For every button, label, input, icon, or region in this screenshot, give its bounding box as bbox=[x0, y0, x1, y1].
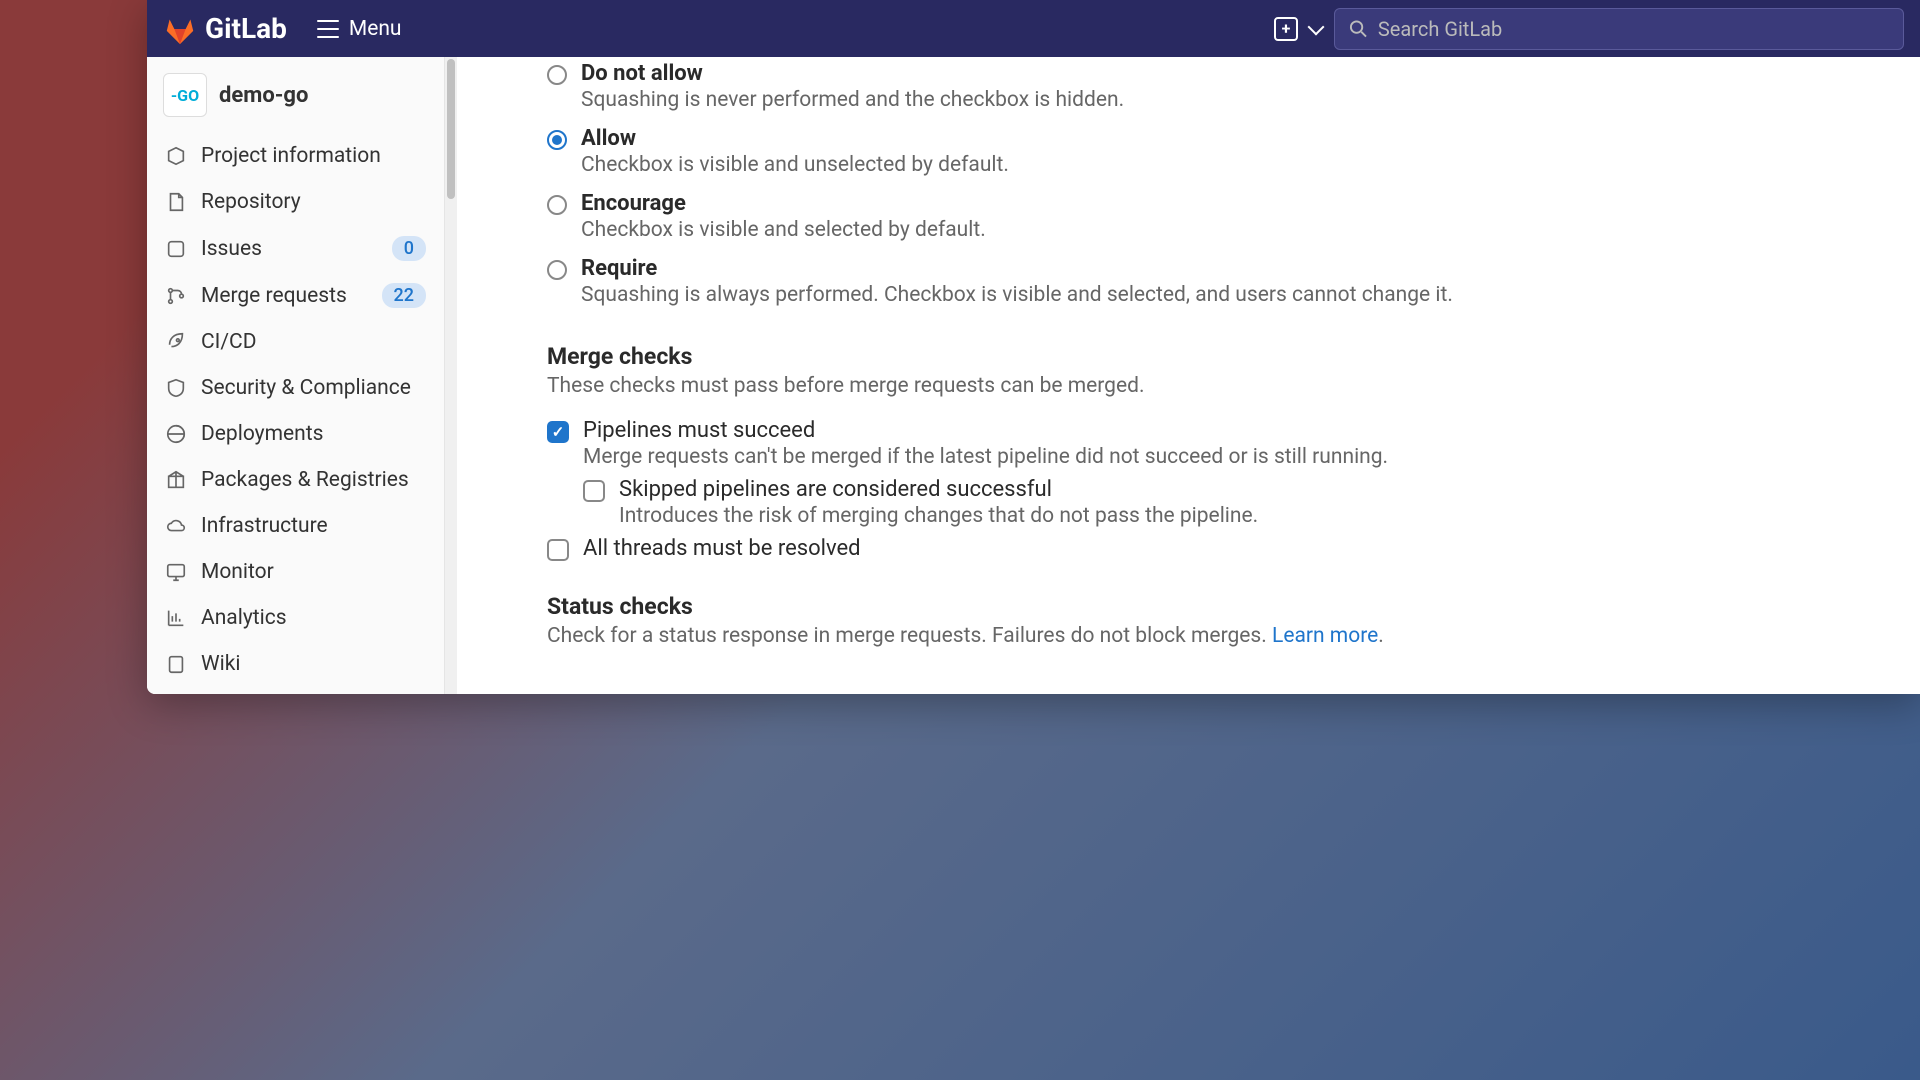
search-input[interactable] bbox=[1378, 17, 1889, 41]
radio-do-not-allow[interactable]: Do not allow Squashing is never performe… bbox=[547, 57, 1880, 116]
gitlab-window: GitLab Menu + -GO demo-go Project info bbox=[147, 0, 1920, 694]
sidebar-item-label: Monitor bbox=[201, 560, 274, 584]
book-icon bbox=[165, 653, 187, 675]
plus-icon: + bbox=[1282, 19, 1291, 38]
badge-issues: 0 bbox=[392, 236, 426, 261]
issues-icon bbox=[165, 238, 187, 260]
merge-checks-desc: These checks must pass before merge requ… bbox=[547, 374, 1880, 398]
badge-merge-requests: 22 bbox=[382, 283, 426, 308]
sidebar-item-deployments[interactable]: Deployments bbox=[147, 411, 444, 457]
radio-require[interactable]: Require Squashing is always performed. C… bbox=[547, 252, 1880, 311]
sidebar-item-label: Wiki bbox=[201, 652, 241, 676]
hamburger-icon bbox=[317, 20, 339, 38]
sidebar-nav: Project information Repository Issues 0 … bbox=[147, 127, 444, 693]
scrollbar-thumb[interactable] bbox=[447, 59, 455, 199]
check-pipelines-succeed[interactable]: Pipelines must succeed Merge requests ca… bbox=[547, 416, 1880, 471]
search-box[interactable] bbox=[1334, 8, 1904, 50]
check-title: Pipelines must succeed bbox=[583, 418, 1880, 443]
sidebar-item-label: Infrastructure bbox=[201, 514, 328, 538]
menu-label: Menu bbox=[349, 17, 402, 41]
check-desc: Merge requests can't be merged if the la… bbox=[583, 445, 1880, 469]
file-icon bbox=[165, 191, 187, 213]
gitlab-tanuki-icon bbox=[163, 12, 197, 46]
sidebar-item-label: Security & Compliance bbox=[201, 376, 411, 400]
main-content: Do not allow Squashing is never performe… bbox=[457, 57, 1920, 694]
sidebar-item-analytics[interactable]: Analytics bbox=[147, 595, 444, 641]
rocket-icon bbox=[165, 331, 187, 353]
checkbox-input[interactable] bbox=[583, 480, 605, 502]
cloud-icon bbox=[165, 515, 187, 537]
squash-radio-group: Do not allow Squashing is never performe… bbox=[547, 57, 1880, 311]
merge-icon bbox=[165, 285, 187, 307]
radio-title: Allow bbox=[581, 126, 1880, 151]
sidebar-item-label: Issues bbox=[201, 237, 262, 261]
sidebar-item-infrastructure[interactable]: Infrastructure bbox=[147, 503, 444, 549]
deploy-icon bbox=[165, 423, 187, 445]
radio-encourage[interactable]: Encourage Checkbox is visible and select… bbox=[547, 187, 1880, 246]
package-icon bbox=[165, 469, 187, 491]
search-icon bbox=[1349, 19, 1368, 39]
sidebar-scrollbar[interactable] bbox=[445, 57, 457, 694]
gitlab-logo[interactable]: GitLab bbox=[163, 12, 287, 46]
sidebar-item-label: Deployments bbox=[201, 422, 323, 446]
sidebar-item-packages[interactable]: Packages & Registries bbox=[147, 457, 444, 503]
sidebar-item-wiki[interactable]: Wiki bbox=[147, 641, 444, 687]
radio-allow[interactable]: Allow Checkbox is visible and unselected… bbox=[547, 122, 1880, 181]
sidebar-item-label: Merge requests bbox=[201, 284, 347, 308]
radio-desc: Checkbox is visible and selected by defa… bbox=[581, 218, 1880, 242]
radio-input[interactable] bbox=[547, 130, 567, 150]
radio-input[interactable] bbox=[547, 65, 567, 85]
merge-checks-title: Merge checks bbox=[547, 343, 1880, 370]
sidebar-item-label: Packages & Registries bbox=[201, 468, 409, 492]
radio-title: Require bbox=[581, 256, 1880, 281]
sidebar-item-security[interactable]: Security & Compliance bbox=[147, 365, 444, 411]
checkbox-input[interactable] bbox=[547, 539, 569, 561]
status-checks-title: Status checks bbox=[547, 593, 1880, 620]
check-skipped-pipelines[interactable]: Skipped pipelines are considered success… bbox=[583, 475, 1880, 530]
new-button[interactable]: + bbox=[1274, 17, 1298, 41]
sidebar-item-label: Repository bbox=[201, 190, 301, 214]
monitor-icon bbox=[165, 561, 187, 583]
checkbox-input[interactable] bbox=[547, 421, 569, 443]
radio-input[interactable] bbox=[547, 195, 567, 215]
body: -GO demo-go Project information Reposito… bbox=[147, 57, 1920, 694]
radio-title: Encourage bbox=[581, 191, 1880, 216]
radio-input[interactable] bbox=[547, 260, 567, 280]
sidebar-item-merge-requests[interactable]: Merge requests 22 bbox=[147, 272, 444, 319]
radio-title: Do not allow bbox=[581, 61, 1880, 86]
sidebar-item-issues[interactable]: Issues 0 bbox=[147, 225, 444, 272]
status-checks-desc-text: Check for a status response in merge req… bbox=[547, 624, 1272, 648]
project-avatar: -GO bbox=[163, 73, 207, 117]
header-right: + bbox=[1274, 8, 1904, 50]
check-title: Skipped pipelines are considered success… bbox=[619, 477, 1880, 502]
check-threads-resolved[interactable]: All threads must be resolved bbox=[547, 534, 1880, 563]
radio-desc: Squashing is always performed. Checkbox … bbox=[581, 283, 1880, 307]
project-name: demo-go bbox=[219, 83, 308, 108]
sidebar-item-project-information[interactable]: Project information bbox=[147, 133, 444, 179]
chart-icon bbox=[165, 607, 187, 629]
menu-button[interactable]: Menu bbox=[317, 17, 402, 41]
sidebar-item-cicd[interactable]: CI/CD bbox=[147, 319, 444, 365]
check-title: All threads must be resolved bbox=[583, 536, 1880, 561]
project-header[interactable]: -GO demo-go bbox=[147, 57, 444, 127]
sidebar: -GO demo-go Project information Reposito… bbox=[147, 57, 445, 694]
sidebar-item-monitor[interactable]: Monitor bbox=[147, 549, 444, 595]
sidebar-item-repository[interactable]: Repository bbox=[147, 179, 444, 225]
status-checks-desc: Check for a status response in merge req… bbox=[547, 624, 1880, 648]
brand-text: GitLab bbox=[205, 12, 287, 45]
sidebar-item-label: Analytics bbox=[201, 606, 287, 630]
sidebar-item-label: CI/CD bbox=[201, 330, 257, 354]
shield-icon bbox=[165, 377, 187, 399]
learn-more-link[interactable]: Learn more bbox=[1272, 624, 1378, 648]
radio-desc: Checkbox is visible and unselected by de… bbox=[581, 153, 1880, 177]
check-desc: Introduces the risk of merging changes t… bbox=[619, 504, 1880, 528]
chevron-down-icon[interactable] bbox=[1308, 18, 1325, 35]
info-icon bbox=[165, 145, 187, 167]
top-header: GitLab Menu + bbox=[147, 0, 1920, 57]
sidebar-item-label: Project information bbox=[201, 144, 381, 168]
radio-desc: Squashing is never performed and the che… bbox=[581, 88, 1880, 112]
